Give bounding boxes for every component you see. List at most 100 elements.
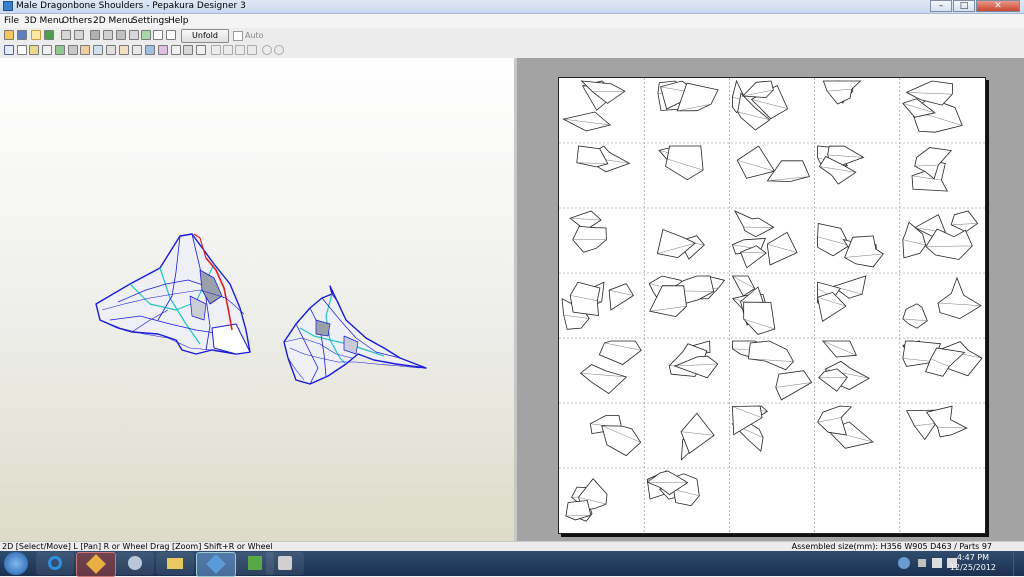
pepakura-taskbar-button[interactable] [196, 552, 236, 577]
unfolded-part[interactable] [903, 304, 928, 328]
menu-2d[interactable]: 2D Menu [93, 14, 133, 28]
unfold-undo-button[interactable]: Unfold Undo [181, 29, 229, 43]
edit-icon[interactable] [90, 30, 100, 40]
unfolded-part[interactable] [570, 282, 600, 315]
unfolded-part[interactable] [563, 112, 610, 131]
unfolded-part[interactable] [735, 211, 774, 237]
unfolded-part[interactable] [666, 146, 704, 180]
edge-icon[interactable] [29, 45, 39, 55]
folder-glyph [167, 558, 183, 569]
align-right-icon[interactable] [235, 45, 245, 55]
model-view-icon[interactable] [31, 30, 41, 40]
close-button[interactable]: ✕ [976, 0, 1020, 12]
media-player-icon[interactable] [116, 552, 154, 575]
unfolded-part[interactable] [823, 341, 856, 357]
windows-taskbar: 4:47 PM 12/25/2012 [0, 551, 1024, 576]
unfolded-part[interactable] [737, 146, 774, 178]
auto-label: Auto [245, 31, 264, 40]
print-icon[interactable] [106, 45, 116, 55]
unfolded-part[interactable] [823, 81, 860, 104]
unfolded-part[interactable] [938, 278, 981, 319]
paint-app-icon[interactable] [76, 552, 116, 577]
unfolded-part[interactable] [767, 232, 797, 265]
system-clock[interactable]: 4:47 PM 12/25/2012 [950, 553, 996, 573]
unfolded-part[interactable] [744, 302, 775, 334]
arrange-icon[interactable] [93, 45, 103, 55]
open-icon[interactable] [4, 30, 14, 40]
unfolded-part[interactable] [602, 426, 641, 456]
internet-explorer-icon[interactable] [36, 552, 74, 575]
left-shoulder-mesh[interactable] [96, 234, 250, 354]
page-icon[interactable] [171, 45, 181, 55]
menu-help[interactable]: Help [168, 14, 189, 28]
unfolded-part[interactable] [599, 341, 641, 365]
scale-icon[interactable] [119, 45, 129, 55]
unfolded-part[interactable] [748, 341, 793, 370]
rotate-icon[interactable] [42, 45, 52, 55]
flap-icon[interactable] [55, 45, 65, 55]
redo-icon[interactable] [74, 30, 84, 40]
copy-icon[interactable] [129, 30, 139, 40]
menu-file[interactable]: File [4, 14, 19, 28]
ie-glyph [48, 556, 62, 570]
menu-settings[interactable]: Settings [132, 14, 169, 28]
align-top-icon[interactable] [247, 45, 257, 55]
refresh-icon[interactable] [274, 45, 284, 55]
zoom-icon[interactable] [262, 45, 272, 55]
save-icon[interactable] [17, 30, 27, 40]
image-icon[interactable] [158, 45, 168, 55]
unfolded-part[interactable] [776, 371, 812, 400]
menu-bar: File 3D Menu Others 2D Menu Settings Hel… [0, 14, 1024, 29]
minimize-button[interactable]: – [930, 0, 952, 12]
spreadsheet-glyph [248, 556, 262, 570]
undo-icon[interactable] [61, 30, 71, 40]
checkbox-box[interactable] [233, 31, 243, 41]
show-desktop-button[interactable] [1013, 551, 1024, 576]
unfolded-part[interactable] [818, 292, 846, 321]
3d-model-canvas[interactable] [0, 58, 514, 541]
network-icon[interactable] [932, 558, 942, 568]
anchor-icon[interactable] [116, 30, 126, 40]
clock-time: 4:47 PM [950, 553, 996, 563]
start-orb-icon[interactable] [4, 552, 28, 575]
align-center-icon[interactable] [223, 45, 233, 55]
window-title: Male Dragonbone Shoulders - Pepakura Des… [16, 0, 246, 13]
title-bar: Male Dragonbone Shoulders - Pepakura Des… [0, 0, 1024, 14]
join-icon[interactable] [103, 30, 113, 40]
select-mode-icon[interactable] [4, 45, 14, 55]
layout-icon[interactable] [166, 30, 176, 40]
game-app-icon[interactable] [266, 552, 304, 575]
align-left-icon[interactable] [211, 45, 221, 55]
paper-sheet[interactable] [558, 77, 986, 534]
menu-others[interactable]: Others [62, 14, 92, 28]
help-tray-icon[interactable] [898, 557, 910, 569]
menu-3d[interactable]: 3D Menu [24, 14, 64, 28]
pointer-icon[interactable] [17, 45, 27, 55]
app-icon [3, 1, 13, 11]
tray-arrow-icon[interactable] [918, 559, 926, 567]
fold-icon[interactable] [132, 45, 142, 55]
maximize-button[interactable]: □ [953, 0, 975, 12]
paint-glyph [86, 554, 106, 574]
unfolded-parts-canvas[interactable] [559, 78, 985, 533]
game-glyph [278, 556, 292, 570]
unfolded-part[interactable] [833, 276, 866, 298]
texture-icon[interactable] [44, 30, 54, 40]
settings-icon[interactable] [183, 45, 193, 55]
window-icon[interactable] [153, 30, 163, 40]
cut-icon[interactable] [68, 45, 78, 55]
right-shoulder-mesh[interactable] [284, 286, 426, 384]
3d-view-pane[interactable] [0, 58, 515, 541]
auto-checkbox[interactable]: Auto [233, 29, 264, 43]
folder-icon[interactable] [156, 552, 194, 575]
paste-icon[interactable] [141, 30, 151, 40]
unfolded-part[interactable] [573, 226, 607, 252]
grid-icon[interactable] [196, 45, 206, 55]
unfolded-part[interactable] [845, 236, 884, 267]
text-icon[interactable] [145, 45, 155, 55]
unfolded-part[interactable] [951, 211, 978, 232]
2d-view-pane[interactable] [517, 58, 1024, 541]
unfolded-part[interactable] [609, 284, 633, 310]
move-icon[interactable] [80, 45, 90, 55]
unfolded-part[interactable] [581, 365, 627, 394]
